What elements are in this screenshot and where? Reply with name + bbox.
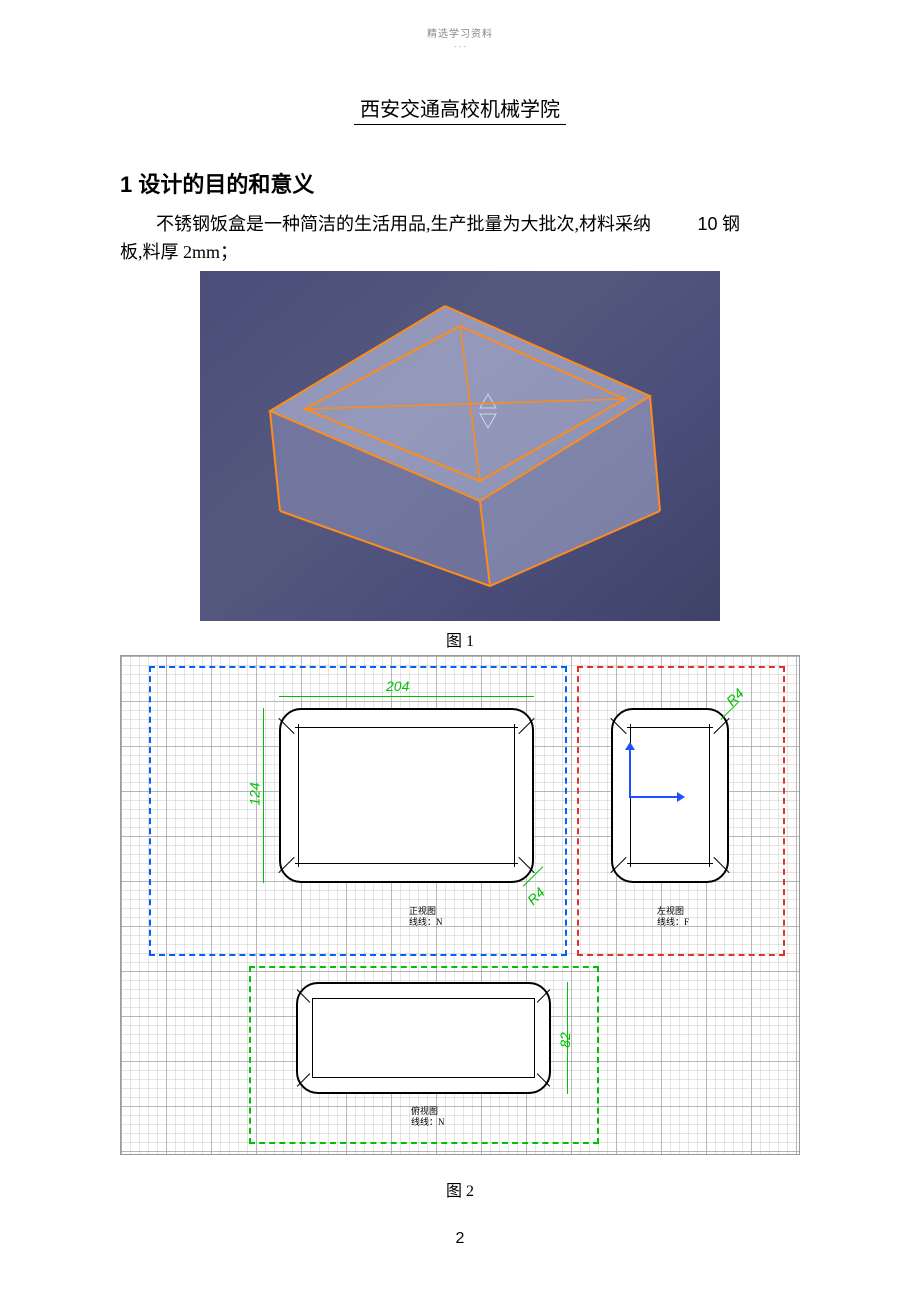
section-1-heading: 1 设计的目的和意义: [120, 167, 800, 199]
front-view-label: 正视图线线：N: [409, 906, 443, 928]
page-title: 西安交通高校机械学院: [354, 93, 566, 125]
axis-x-icon: [629, 796, 679, 798]
dim-front-width: 204: [386, 678, 409, 694]
section-1-paragraph-line-2: 板,料厚 2mm；: [120, 239, 800, 267]
dim-line: [263, 708, 264, 883]
section-1-paragraph-line-1: 不锈钢饭盒是一种简洁的生活用品,生产批量为大批次,材料采纳 10 钢: [120, 211, 800, 239]
header-dashes: - - -: [0, 42, 920, 51]
front-view-shape: [279, 708, 534, 883]
figure-1-3d-render: [200, 271, 720, 621]
para-text-1: 不锈钢饭盒是一种简洁的生活用品,生产批量为大批次,材料采纳: [156, 214, 651, 234]
dim-top-height: 82: [557, 1032, 573, 1048]
page-number: 2: [0, 1230, 920, 1248]
3d-box-model: [250, 301, 670, 591]
steel-suffix: 钢: [722, 214, 740, 234]
top-view-shape: [296, 982, 551, 1094]
header-small-text: 精选学习资料: [0, 0, 920, 40]
top-view-label: 俯视图线线：N: [411, 1106, 445, 1128]
dim-front-height: 124: [247, 782, 263, 805]
left-view-label: 左视图线线：F: [657, 906, 689, 928]
axis-y-icon: [629, 748, 631, 798]
figure-1-caption: 图 1: [120, 627, 800, 651]
steel-grade-number: 10: [698, 214, 718, 234]
figure-2-caption: 图 2: [120, 1177, 800, 1201]
dim-line: [279, 696, 534, 697]
figure-2-drawing: 204 124 R4 正视图线线：N R4 左视图线线：F: [120, 655, 800, 1155]
